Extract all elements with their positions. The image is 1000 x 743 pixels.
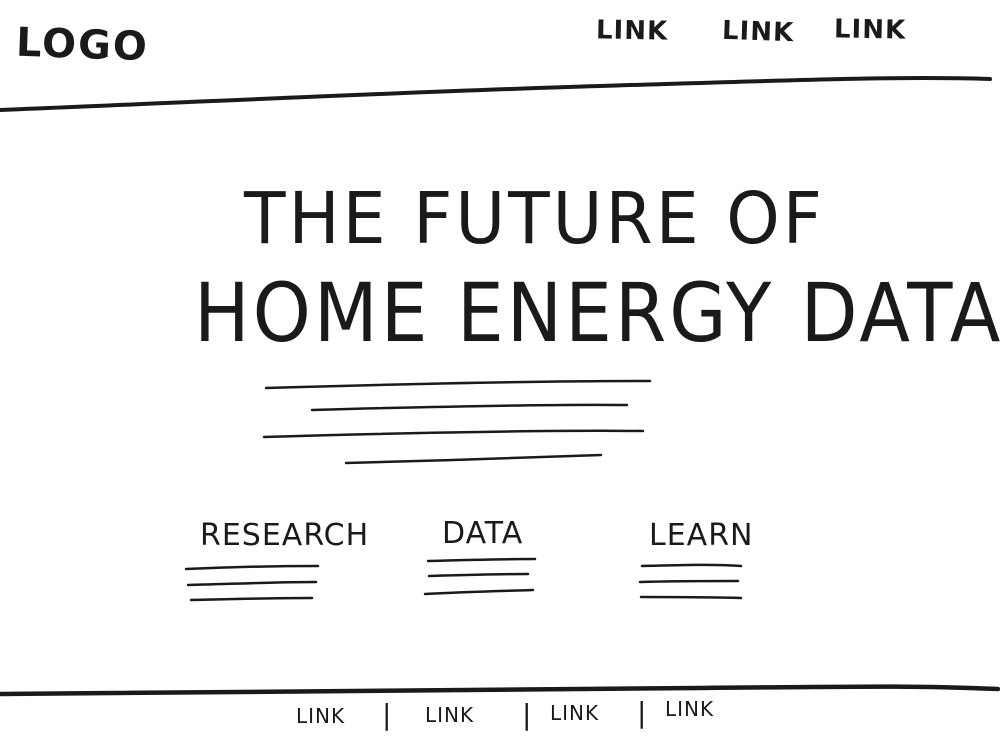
footer-separator: | [522, 698, 532, 731]
top-nav: LINK LINK LINK [0, 14, 1000, 54]
top-nav-link-2[interactable]: LINK [721, 16, 794, 48]
data-text-line-1 [427, 572, 530, 578]
hero-title-line-2: HOME ENERGY DATA [194, 266, 1000, 361]
hero-title-line-1: THE FUTURE OF [244, 178, 825, 261]
top-nav-link-3[interactable]: LINK [834, 14, 907, 45]
hero-text-line-1 [264, 379, 652, 390]
research-underline [184, 564, 320, 571]
learn-text-line-2 [639, 595, 743, 600]
data-underline [426, 557, 537, 563]
footer-link-1[interactable]: LINK [296, 704, 345, 728]
footer-link-4[interactable]: LINK [665, 697, 714, 721]
section-data-link[interactable]: DATA [442, 516, 523, 551]
data-text-line-2 [423, 588, 535, 596]
hero-text-line-2 [310, 403, 629, 412]
research-text-line-2 [189, 596, 314, 602]
footer-separator: | [637, 696, 647, 729]
learn-text-line-1 [638, 579, 740, 584]
footer-link-3[interactable]: LINK [550, 701, 599, 725]
learn-underline [640, 563, 743, 568]
sketch-strokes [0, 75, 1000, 697]
section-learn-link[interactable]: LEARN [649, 518, 753, 553]
top-nav-link-1[interactable]: LINK [596, 15, 669, 46]
footer-link-2[interactable]: LINK [425, 703, 474, 727]
hero-text-line-4 [344, 453, 603, 465]
section-research-link[interactable]: RESEARCH [200, 518, 369, 553]
header-divider [0, 75, 992, 112]
footer-separator: | [382, 698, 392, 731]
hero-text-line-3 [262, 429, 645, 439]
footer-divider [0, 684, 1000, 697]
research-text-line-1 [186, 580, 318, 587]
